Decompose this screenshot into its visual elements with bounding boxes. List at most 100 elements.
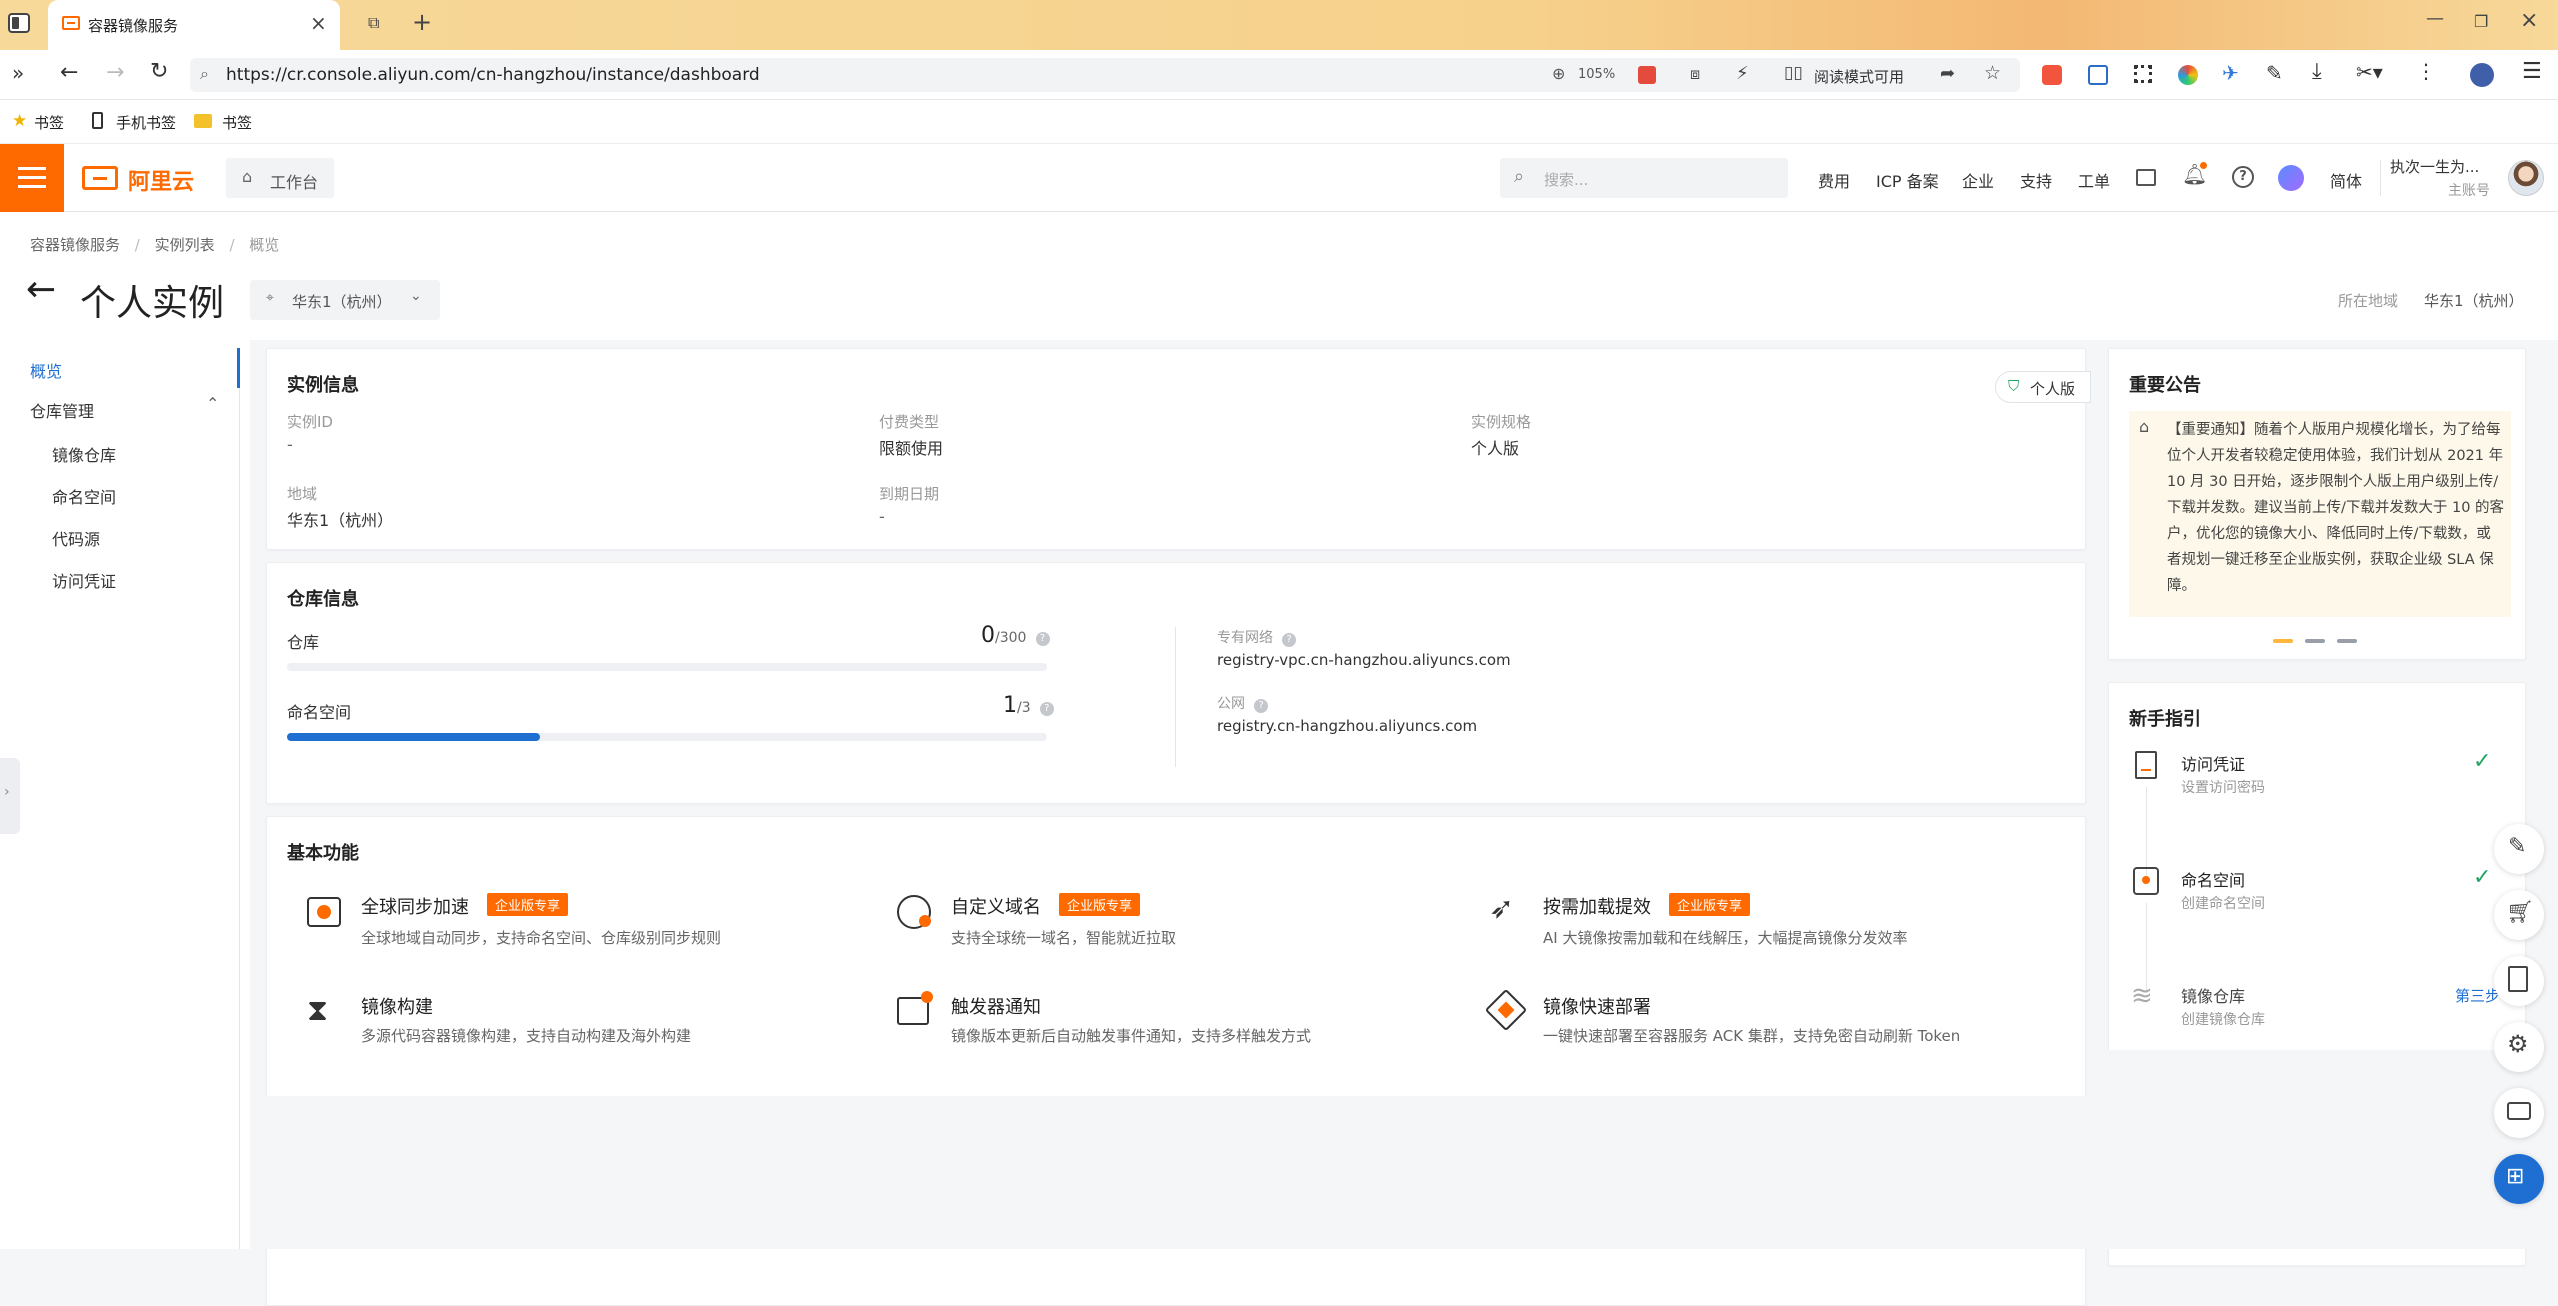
share-icon[interactable]: ➦ — [1940, 63, 1955, 84]
profile-icon[interactable] — [2470, 63, 2494, 87]
check-icon: ✓ — [2473, 865, 2492, 890]
feature-global-sync[interactable]: 全球同步加速 企业版专享 全球地域自动同步，支持命名空间、仓库级别同步规则 — [307, 893, 847, 953]
browser-tab[interactable]: 容器镜像服务 × — [48, 0, 340, 50]
notice-body[interactable]: ⌂ 【重要通知】随着个人版用户规模化增长，为了给每位个人开发者较稳定使用体验，我… — [2129, 411, 2511, 617]
chevron-down-icon: ⌄ — [410, 288, 422, 304]
field-value-spec: 个人版 — [1471, 439, 1520, 458]
ext-bird-icon[interactable]: ✈ — [2222, 61, 2239, 85]
enterprise-tag: 企业版专享 — [1059, 893, 1141, 916]
nav-fees[interactable]: 费用 — [1818, 168, 1850, 192]
tab-group-icon[interactable]: ⧉ — [368, 13, 379, 33]
layers-icon: ≋ — [2131, 981, 2153, 1011]
help-icon[interactable]: ? — [2232, 166, 2254, 188]
ext-pdf-icon[interactable] — [2042, 65, 2062, 85]
hamburger-menu-icon[interactable] — [0, 144, 64, 212]
feature-quick-deploy[interactable]: 镜像快速部署 一键快速部署至容器服务 ACK 集群，支持免密自动刷新 Token — [1484, 988, 2049, 1053]
pdf-red-icon[interactable] — [1638, 66, 1656, 84]
star-icon[interactable]: ☆ — [1984, 62, 2001, 84]
terminal-icon[interactable] — [2136, 169, 2156, 186]
deploy-icon — [1484, 988, 1528, 1032]
more-icon[interactable]: ⋮ — [2416, 59, 2436, 83]
sidebar-collapse-handle[interactable]: › — [0, 758, 20, 834]
help-icon[interactable]: ? — [1039, 702, 1054, 716]
sidebar-item-code-source[interactable]: 代码源 — [52, 526, 100, 550]
field-value-billing: 限额使用 — [879, 439, 944, 458]
rocket-icon: ➶ — [1489, 891, 1515, 926]
carousel-dot-active[interactable] — [2273, 639, 2293, 643]
cart-tool-button[interactable]: 🛒︎ — [2494, 890, 2544, 940]
apps-tool-button[interactable]: ⊞ — [2494, 1154, 2544, 1204]
user-name[interactable]: 执次一生为... — [2390, 156, 2479, 177]
zoom-level[interactable]: 105% — [1578, 67, 1615, 82]
instance-info-title: 实例信息 — [287, 375, 359, 396]
restore-icon[interactable]: ❐ — [2474, 12, 2488, 31]
avatar[interactable] — [2508, 160, 2544, 196]
forward-icon[interactable]: → — [106, 60, 124, 85]
sidebar-toggle-icon[interactable] — [8, 13, 30, 33]
workbench-button[interactable]: ⌂ 工作台 — [226, 158, 334, 198]
sidebar-item-image-repo[interactable]: 镜像仓库 — [52, 442, 116, 466]
bookmark-item[interactable]: 书签 — [34, 112, 64, 133]
reader-mode-label[interactable]: 阅读模式可用 — [1814, 66, 1904, 87]
help-icon[interactable]: ? — [1035, 632, 1050, 646]
carousel-dot[interactable] — [2305, 639, 2325, 643]
ext-colorful-icon[interactable] — [2178, 65, 2198, 85]
help-icon[interactable]: ? — [1282, 633, 1297, 647]
new-tab-icon[interactable]: + — [412, 8, 432, 36]
ext-qr-icon[interactable] — [2134, 65, 2152, 83]
sidebar-item-credentials[interactable]: 访问凭证 — [52, 568, 116, 592]
notice-text: 【重要通知】随着个人版用户规模化增长，为了给每位个人开发者较稳定使用体验，我们计… — [2167, 422, 2505, 594]
bolt-icon[interactable]: ⚡ — [1736, 63, 1749, 84]
bookmarks-bar: ★ 书签 手机书签 书签 — [0, 100, 2558, 144]
breadcrumb: 容器镜像服务 / 实例列表 / 概览 — [30, 236, 280, 254]
download-icon[interactable]: ⤓ — [2312, 59, 2322, 84]
ai-assistant-icon[interactable] — [2278, 165, 2304, 191]
expand-icon[interactable]: » — [12, 61, 24, 85]
chat-tool-button[interactable] — [2494, 1088, 2544, 1138]
nav-ticket[interactable]: 工单 — [2078, 168, 2110, 192]
side-nav-repo-mgmt[interactable]: 仓库管理 ⌃ — [0, 388, 240, 428]
address-bar[interactable]: ⌕ https://cr.console.aliyun.com/cn-hangz… — [190, 58, 2020, 92]
settings-tool-button[interactable]: ⚙ — [2494, 1022, 2544, 1072]
help-icon[interactable]: ? — [1254, 699, 1269, 713]
region-select[interactable]: ⌖ 华东1（杭州） ⌄ — [250, 280, 440, 320]
guide-step-image-repo[interactable]: ≋ 镜像仓库 创建镜像仓库 第三步 — [2129, 981, 2509, 1053]
reload-icon[interactable]: ↻ — [150, 59, 168, 84]
guide-step-credentials[interactable]: 访问凭证 设置访问密码 ✓ — [2129, 749, 2509, 821]
side-nav-overview[interactable]: 概览 — [0, 348, 240, 388]
bookmark-item[interactable]: 手机书签 — [116, 112, 176, 133]
nav-icp[interactable]: ICP 备案 — [1876, 168, 1939, 192]
ext-pen-icon[interactable]: ✎ — [2266, 61, 2283, 85]
sidebar-item-namespace[interactable]: 命名空间 — [52, 484, 116, 508]
feature-custom-domain[interactable]: 自定义域名 企业版专享 支持全球统一域名，智能就近拉取 — [897, 893, 1437, 953]
reader-icon[interactable]: ▯▯ — [1784, 63, 1803, 83]
menu-icon[interactable]: ☰ — [2522, 59, 2542, 84]
url-text[interactable]: https://cr.console.aliyun.com/cn-hangzho… — [226, 65, 760, 85]
zoom-icon[interactable]: ⊕ — [1552, 64, 1565, 83]
guide-step-namespace[interactable]: 命名空间 创建命名空间 ✓ — [2129, 865, 2509, 937]
minimize-icon[interactable]: — — [2426, 8, 2444, 29]
console-search[interactable]: ⌕ 搜索... — [1500, 158, 1788, 198]
public-value[interactable]: registry.cn-hangzhou.aliyuncs.com — [1217, 717, 1477, 735]
back-icon[interactable]: ← — [60, 60, 78, 85]
close-icon[interactable]: × — [310, 11, 327, 35]
feature-trigger-notify[interactable]: 触发器通知 镜像版本更新后自动触发事件通知，支持多样触发方式 — [897, 991, 1437, 1053]
vpc-value[interactable]: registry-vpc.cn-hangzhou.aliyuncs.com — [1217, 651, 1511, 669]
bookmark-item[interactable]: 书签 — [222, 112, 252, 133]
translate-icon[interactable]: ⧈ — [1690, 64, 1700, 84]
ext-blue-icon[interactable] — [2088, 65, 2108, 85]
feature-on-demand-load[interactable]: ➶ 按需加载提效 企业版专享 AI 大镜像按需加载和在线解压，大幅提高镜像分发效… — [1489, 891, 2049, 953]
guide-step-name: 镜像仓库 — [2181, 987, 2246, 1006]
window-close-icon[interactable]: × — [2520, 8, 2538, 33]
breadcrumb-item[interactable]: 容器镜像服务 — [30, 236, 120, 254]
nav-enterprise[interactable]: 企业 — [1962, 168, 1994, 192]
scissors-icon[interactable]: ✂▾ — [2356, 60, 2383, 84]
language-switch[interactable]: 简体 — [2330, 168, 2362, 192]
nav-support[interactable]: 支持 — [2020, 168, 2052, 192]
back-arrow-icon[interactable]: ← — [26, 272, 56, 308]
carousel-dot[interactable] — [2337, 639, 2357, 643]
document-tool-button[interactable] — [2494, 956, 2544, 1006]
edit-tool-button[interactable]: ✎ — [2494, 824, 2544, 874]
breadcrumb-item[interactable]: 实例列表 — [155, 236, 215, 254]
feature-image-build[interactable]: ⧗ 镜像构建 多源代码容器镜像构建，支持自动构建及海外构建 — [307, 993, 847, 1053]
